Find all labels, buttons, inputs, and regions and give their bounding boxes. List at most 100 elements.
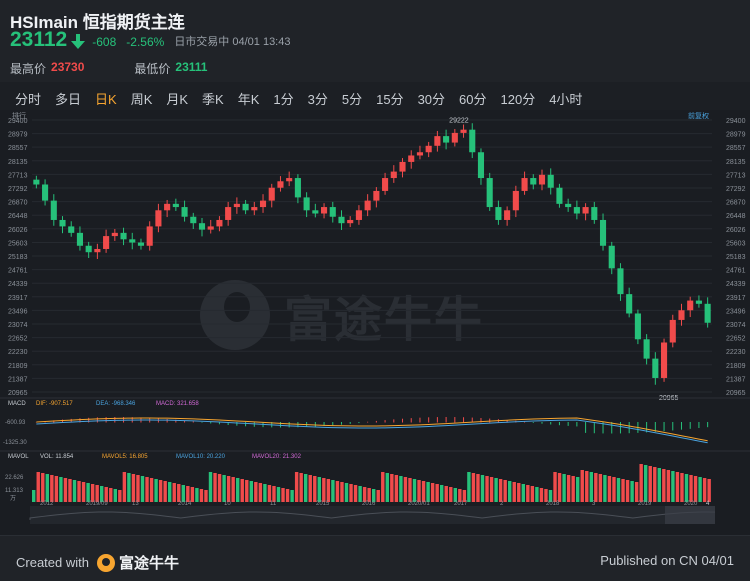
tab-10[interactable]: 15分	[369, 84, 410, 110]
tab-6[interactable]: 年K	[231, 84, 267, 110]
macd-bar	[576, 422, 578, 427]
volume-bar	[281, 488, 285, 502]
volume-bar	[54, 476, 59, 502]
tab-2[interactable]: 日K	[88, 84, 124, 110]
tab-1[interactable]: 多日	[48, 84, 88, 110]
tab-9[interactable]: 5分	[335, 84, 369, 110]
macd-bar	[428, 417, 430, 423]
volume-bar	[666, 470, 671, 502]
tab-5[interactable]: 季K	[195, 84, 231, 110]
macd-bar	[349, 422, 351, 424]
candle-body	[33, 179, 40, 185]
volume-bar	[118, 490, 122, 502]
y-tick-right: 21809	[726, 363, 746, 370]
macd-bar	[410, 418, 412, 423]
volume-bar	[63, 478, 68, 502]
timeline-label: 11	[270, 501, 277, 507]
high-marker: 29222	[449, 118, 469, 125]
kline-chart[interactable]: 富途牛牛 29400 29400 28979 28979 28557 28557 28135…	[0, 110, 750, 535]
macd-bar	[663, 422, 665, 432]
mavol20: MAVOL20: 21.302	[252, 454, 302, 460]
volume-bar	[285, 489, 290, 502]
volume-bar	[412, 479, 417, 502]
tab-11[interactable]: 30分	[411, 84, 452, 110]
tab-7[interactable]: 1分	[266, 84, 300, 110]
macd-dif-line	[36, 417, 708, 442]
volume-bar	[440, 485, 444, 502]
macd-bar	[454, 417, 456, 423]
tab-8[interactable]: 3分	[301, 84, 335, 110]
y-tick-right: 24339	[726, 281, 746, 288]
candle-body	[42, 184, 49, 201]
y-tick-left: 26870	[8, 200, 28, 207]
macd-name: MACD	[8, 401, 26, 407]
volume-bar	[653, 467, 657, 502]
volume-bar	[503, 480, 507, 502]
macd-dif: DIF: -907.517	[36, 401, 73, 407]
macd-bar	[288, 422, 290, 428]
volume-bar	[634, 482, 639, 502]
volume-bar	[172, 483, 176, 502]
vol-name: MAVOL	[8, 454, 29, 460]
volume-bar	[195, 488, 199, 502]
candle-body	[652, 358, 659, 378]
candle-body	[582, 207, 589, 214]
candle-body	[216, 219, 223, 227]
volume-bar	[299, 473, 303, 502]
chart-canvas[interactable]: 29400 2940028979 2897928557 2855728135 28135…	[0, 110, 750, 535]
candle-body	[329, 207, 336, 217]
vol-value: VOL: 11.854	[40, 454, 74, 460]
candle-body	[599, 219, 607, 246]
volume-bar	[358, 486, 362, 502]
volume-bar	[331, 480, 335, 502]
candle-body	[669, 319, 676, 343]
candle-body	[556, 187, 563, 204]
candle-body	[68, 226, 75, 233]
tab-14[interactable]: 4小时	[542, 84, 589, 110]
macd-bar	[192, 421, 194, 423]
volume-bar	[236, 478, 240, 502]
tab-4[interactable]: 月K	[159, 84, 195, 110]
volume-bar	[263, 484, 267, 502]
macd-bar	[384, 420, 386, 423]
volume-bar	[145, 477, 149, 502]
quote-header: HSImain 恒指期货主连 23112 -608 -2.56% 日市交易中 0…	[0, 0, 750, 82]
volume-bar	[517, 483, 521, 502]
candle-body	[76, 232, 83, 246]
tab-12[interactable]: 60分	[452, 84, 493, 110]
candle-body	[617, 268, 624, 295]
volume-bar	[648, 466, 652, 502]
volume-bar	[630, 481, 634, 502]
volume-bar	[625, 480, 630, 502]
volume-bar	[304, 474, 308, 502]
timeline-window	[665, 506, 715, 524]
tab-13[interactable]: 120分	[494, 84, 543, 110]
volume-bar	[335, 481, 340, 502]
candle-body	[634, 313, 641, 340]
volume-bar	[32, 490, 36, 502]
y-tick-left: 26026	[8, 227, 28, 234]
macd-dea: DEA: -968.346	[96, 401, 136, 407]
macd-bar	[210, 422, 212, 424]
y-tick-left: 28557	[8, 145, 28, 152]
candle-body	[303, 197, 310, 211]
y-tick-left: 24761	[8, 268, 28, 275]
macd-bar	[436, 417, 438, 423]
volume-bar	[272, 486, 276, 502]
y-tick-left: 24339	[8, 281, 28, 288]
candle-body	[460, 129, 467, 133]
macd-axis: -600.93	[5, 420, 26, 426]
y-tick-right: 25603	[726, 240, 746, 247]
macd-bar	[279, 422, 281, 428]
candle-body	[565, 203, 572, 208]
timeline-label: 13	[132, 501, 139, 507]
macd-bar	[611, 422, 613, 434]
macd-bar	[166, 419, 168, 423]
tab-3[interactable]: 周K	[124, 84, 160, 110]
price-change-percent: -2.56%	[126, 35, 165, 49]
y-tick-right: 26448	[726, 213, 746, 220]
tab-0[interactable]: 分时	[8, 84, 48, 110]
volume-bar	[186, 486, 190, 502]
candle-body	[155, 210, 162, 227]
y-tick-right: 29400	[726, 118, 746, 125]
